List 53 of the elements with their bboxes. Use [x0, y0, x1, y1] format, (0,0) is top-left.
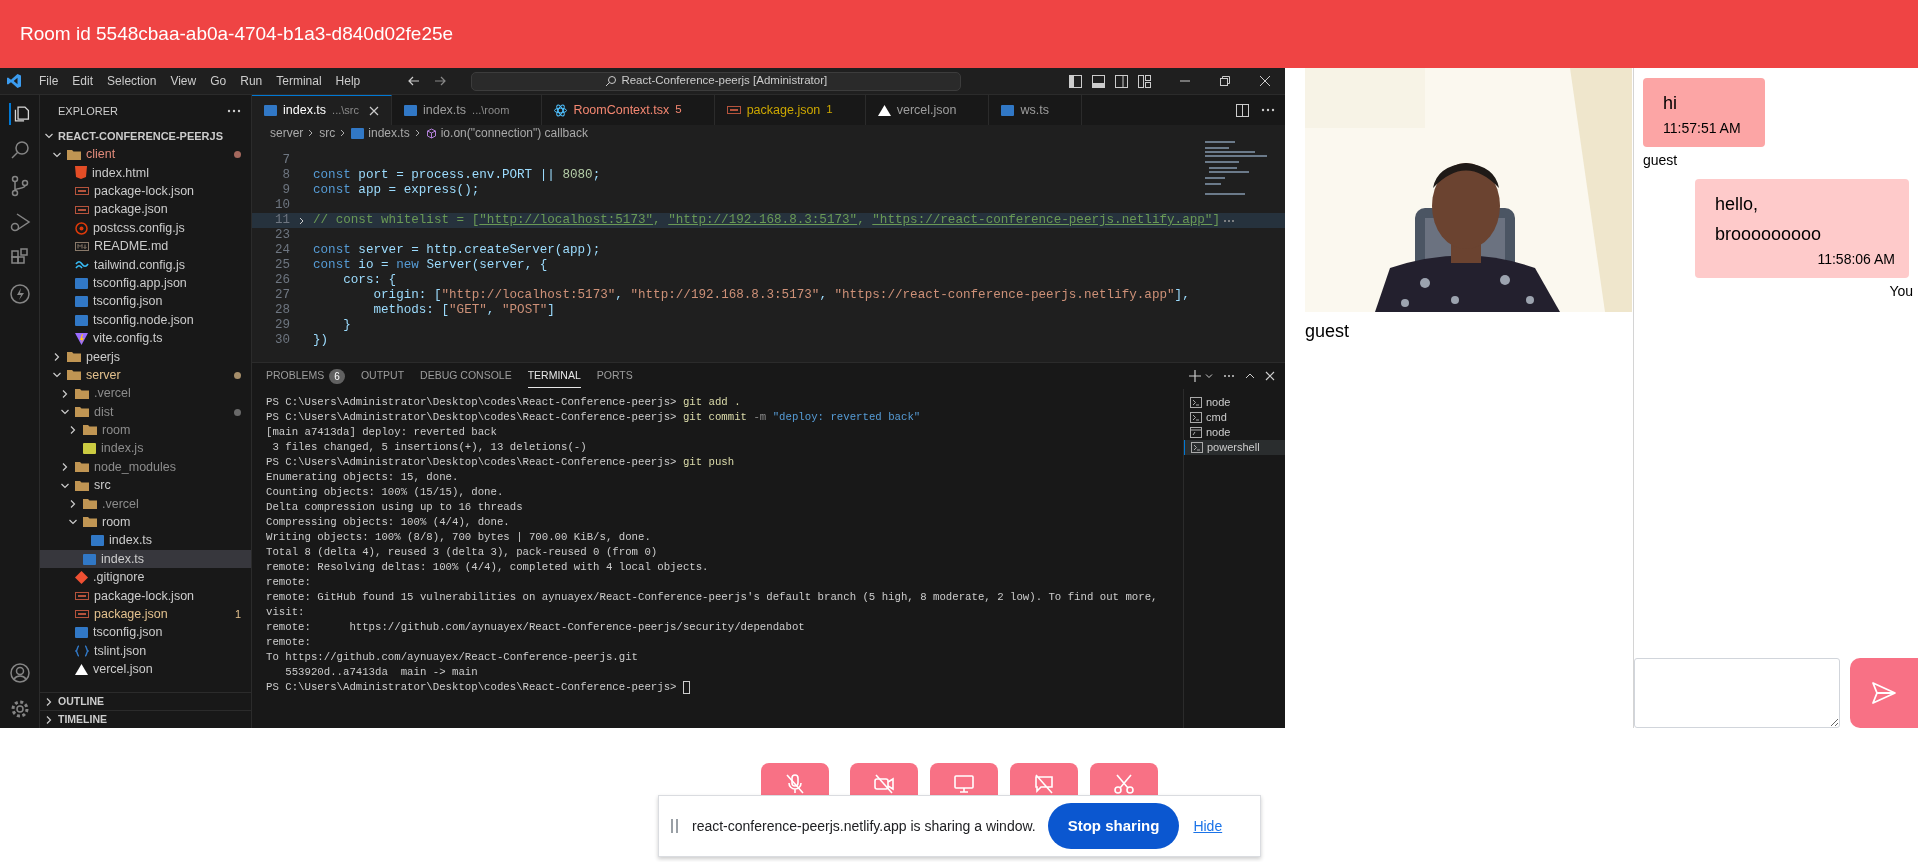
- message-time: 11:57:51 AM: [1663, 119, 1742, 138]
- terminal-output-line: 553920d..a7413da main -> main: [284, 665, 479, 680]
- terminal-prompt-line: PS C:\Users\Administrator\Desktop\codes\React-Conference-peerjs> git add .: [266, 395, 742, 410]
- participant-name: guest: [1305, 320, 1351, 343]
- line-number: 23: [274, 227, 290, 244]
- message-time: 11:58:06 AM: [1817, 250, 1895, 269]
- terminal-output-line: 3 files changed, 5 insertions(+), 13 deletions(-): [271, 440, 588, 455]
- terminal-prompt-line: PS C:\Users\Administrator\Desktop\codes\React-Conference-peerjs>: [266, 680, 1183, 695]
- line-number: 27: [274, 287, 290, 304]
- terminal-output-line: remote:: [266, 575, 312, 590]
- terminal-output-line: remote: GitHub found 15 vulnerabilities on aynuayex/React-Conference-peerjs's default branch (5 high, 8 moderate, 2 low). To find out more,: [266, 590, 1159, 605]
- terminal-output-line: Compressing objects: 100% (4/4), done.: [266, 515, 511, 530]
- terminal-output-line: Counting objects: 100% (15/15), done.: [266, 485, 505, 500]
- line-number: 8: [281, 167, 290, 184]
- line-number: 29: [274, 317, 290, 334]
- line-number: 9: [281, 182, 290, 199]
- line-number: 30: [274, 332, 290, 350]
- sharing-message: react-conference-peerjs.netlify.app is sharing a window.: [692, 816, 1036, 836]
- terminal-output-line: visit:: [266, 605, 306, 620]
- code-line: // const whitelist = ["http://localhost:5173", "http://192.168.8.3:5173", "https://react-conference-peerjs.netlify.app"]: [313, 212, 1220, 230]
- code-line: methods: ["GET", "POST"]: [372, 302, 555, 320]
- line-number: 11: [274, 212, 290, 229]
- line-number: 7: [281, 152, 290, 169]
- terminal-output-line: remote: Resolving deltas: 100% (4/4), completed with 4 local objects.: [266, 560, 710, 575]
- message-text: hi: [1663, 92, 1678, 115]
- code-line: const io = new Server(server, {: [313, 257, 548, 274]
- line-number: 28: [274, 302, 290, 319]
- terminal-output-line: [main a7413da] deploy: reverted back: [266, 425, 498, 440]
- message-sender: guest: [1643, 151, 1678, 170]
- terminal-prompt-line: PS C:\Users\Administrator\Desktop\codes\React-Conference-peerjs> git commit -m "deploy: reverted back": [266, 410, 922, 425]
- terminal-prompt-line: PS C:\Users\Administrator\Desktop\codes\React-Conference-peerjs> git push: [266, 455, 736, 470]
- code-line: origin: ["http://localhost:5173", "http://192.168.8.3:5173", "https://react-conference-peerjs.netlify.app"],: [372, 287, 1190, 304]
- line-number: 25: [274, 257, 290, 274]
- code-line: const port = process.env.PORT || 8080;: [313, 167, 601, 184]
- terminal-output-line: remote: https://github.com/aynuayex/React-Conference-peerjs/security/dependabot: [266, 620, 806, 635]
- code-line: }): [313, 332, 329, 350]
- code-line: cors: {: [342, 272, 397, 289]
- terminal-output-line: Total 8 (delta 4), reused 3 (delta 3), pack-reused 0 (from 0): [266, 545, 659, 560]
- code-line: }: [342, 317, 351, 335]
- terminal-output-line: Enumerating objects: 15, done.: [266, 470, 460, 485]
- explorer-title: EXPLORER: [58, 103, 118, 119]
- terminal-output-line: Delta compression using up to 16 threads: [266, 500, 524, 515]
- code-line: const server = http.createServer(app);: [313, 242, 601, 259]
- line-number: 24: [274, 242, 290, 259]
- message-text: hello, brooooooooo: [1715, 193, 1823, 246]
- line-number: 26: [274, 272, 290, 289]
- line-number: 10: [274, 197, 290, 214]
- terminal-output-line: Writing objects: 100% (8/8), 700 bytes | 700.00 KiB/s, done.: [266, 530, 652, 545]
- message-sender: You: [1889, 282, 1913, 301]
- code-line: const app = express();: [313, 182, 480, 200]
- terminal-output-line: remote:: [266, 635, 312, 650]
- terminal-output-line: To https://github.com/aynuayex/React-Conference-peerjs.git: [266, 650, 639, 665]
- room-id-title: Room id 5548cbaa-ab0a-4704-b1a3-d840d02fe25e: [20, 21, 454, 46]
